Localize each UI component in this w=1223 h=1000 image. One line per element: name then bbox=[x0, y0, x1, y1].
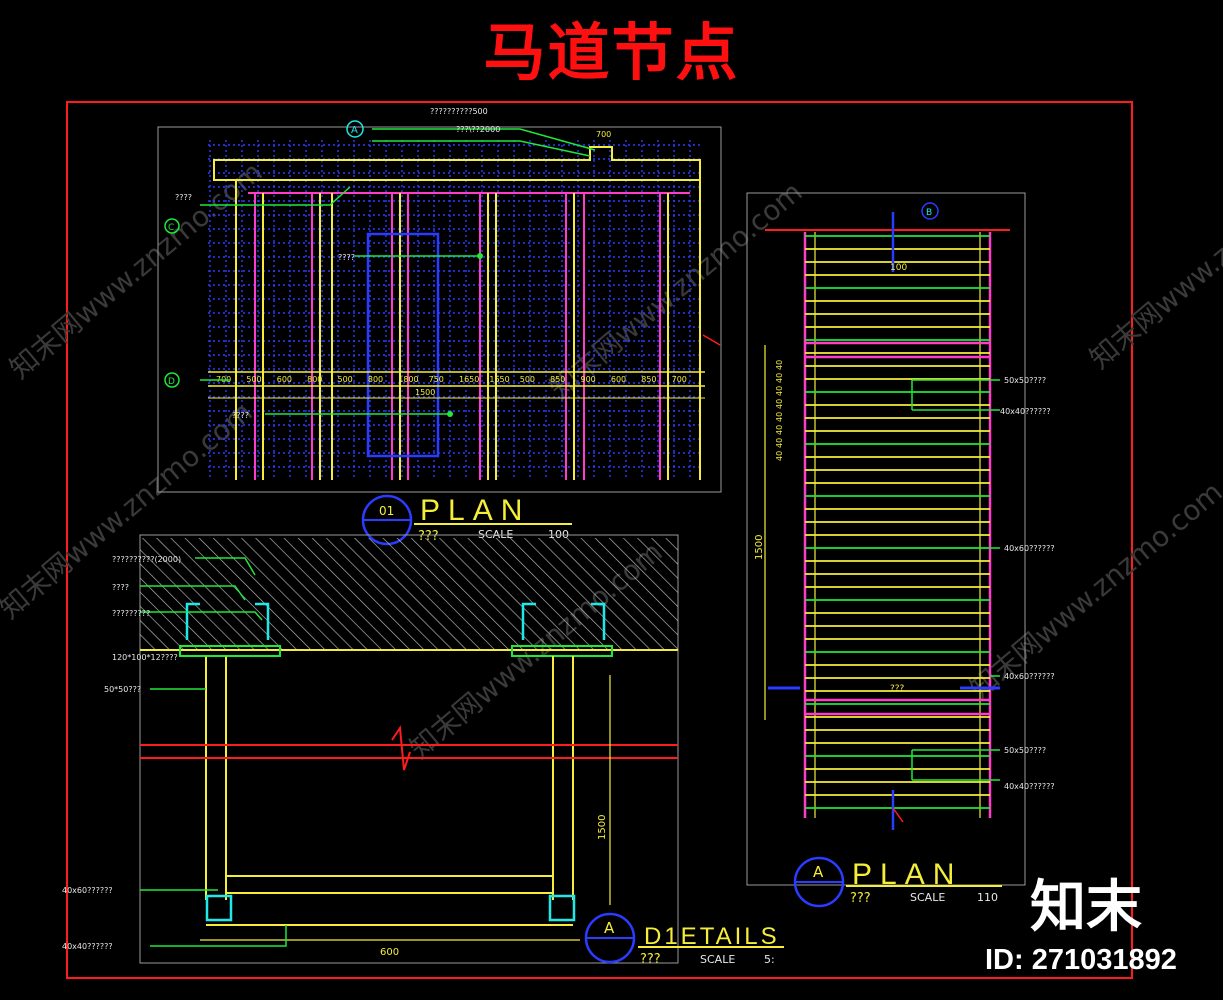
plan-top-dim-label: 1650 bbox=[459, 375, 479, 384]
watermark-text: 知末网www.znzmo.com bbox=[3, 155, 268, 385]
svg-text:B: B bbox=[926, 208, 932, 218]
plan-right-subtitle: ??? bbox=[850, 891, 871, 906]
plan-right-callout: 40x40?????? bbox=[1000, 407, 1051, 416]
detail-callout: ??????????(2000) bbox=[112, 555, 181, 564]
plan-top-callout: ???\??2000 bbox=[456, 125, 500, 134]
plan-right-title: A PLAN ??? SCALE 110 bbox=[793, 856, 1002, 908]
plan-top-dim-label: 500 bbox=[338, 375, 353, 384]
plan-right-callout: 50x50???? bbox=[1004, 746, 1046, 755]
detail-title: A D1ETAILS ??? SCALE 5: bbox=[584, 912, 784, 967]
plan-right-spacing-mark: 40 bbox=[775, 399, 784, 409]
svg-text:A: A bbox=[351, 125, 358, 136]
plan-top-callout: ???? bbox=[175, 193, 192, 202]
plan-right-scale-value: 110 bbox=[977, 891, 998, 904]
detail-height-dim: 1500 bbox=[597, 815, 608, 840]
svg-text:D: D bbox=[168, 377, 175, 387]
plan-top-dim-label: 900 bbox=[581, 375, 596, 384]
plan-top-title-word: PLAN bbox=[420, 494, 530, 527]
plan-top-callout: ???? bbox=[338, 253, 355, 262]
plan-top-title: 01 PLAN ??? SCALE 100 bbox=[361, 494, 572, 546]
plan-right-spacing-mark: 40 bbox=[775, 373, 784, 383]
cad-drawing: 知末网www.znzmo.com 知末网www.znzmo.com 知末网www… bbox=[0, 101, 1223, 979]
watermark-brand: 知末 bbox=[1030, 875, 1142, 940]
plan-top-dim-label: 850 bbox=[641, 375, 656, 384]
concrete-slab bbox=[140, 538, 678, 650]
plan-right-callout: 50x50???? bbox=[1004, 376, 1046, 385]
plan-right-spacing-mark: 40 bbox=[775, 412, 784, 422]
detail-callout: ????????? bbox=[112, 609, 150, 618]
plan-right-view: B 100 ??? 1500 40 40 40 40 40 40 40 40 50x50???… bbox=[746, 192, 1055, 886]
plan-right-spacing-mark: 40 bbox=[775, 360, 784, 370]
svg-text:C: C bbox=[168, 223, 174, 233]
detail-title-word: D1ETAILS bbox=[644, 923, 780, 950]
axis-bubble-icon: B bbox=[921, 202, 939, 220]
plan-right-bubble-label: A bbox=[813, 863, 824, 881]
detail-callout: 40x60?????? bbox=[62, 886, 113, 895]
detail-callout: 120*100*12???? bbox=[112, 653, 178, 662]
watermark-text: 知末网www.znzmo.com bbox=[963, 475, 1223, 705]
plan-right-top-dim: 100 bbox=[890, 263, 907, 273]
plan-right-spacing-mark: 40 bbox=[775, 425, 784, 435]
plan-right-side-dim: 1500 bbox=[754, 535, 765, 560]
plan-top-dim-label: 1650 bbox=[489, 375, 509, 384]
watermark-id: ID: 271031892 bbox=[985, 944, 1177, 976]
plan-right-spacing-mark: 40 bbox=[775, 438, 784, 448]
plan-top-callout: ??????????500 bbox=[430, 107, 488, 116]
plan-top-dim-label: 600 bbox=[611, 375, 626, 384]
detail-callout: 50*50??? bbox=[104, 685, 141, 694]
plan-top-dim-label: 500 bbox=[520, 375, 535, 384]
plan-top-dim-label: 800 bbox=[368, 375, 383, 384]
plan-right-spacing-mark: 40 bbox=[775, 386, 784, 396]
plan-top-dim-label: 700 bbox=[672, 375, 687, 384]
detail-scale-label: SCALE bbox=[700, 953, 735, 966]
detail-bubble-label: A bbox=[604, 919, 615, 937]
detail-view: 600 1500 ??????????(2000) ???? ?????????… bbox=[62, 534, 679, 964]
plan-top-dim-label: 850 bbox=[550, 375, 565, 384]
watermark-text: 知末网www.znzmo.com bbox=[1083, 145, 1223, 375]
plan-right-callout: 40x60?????? bbox=[1004, 672, 1055, 681]
plan-right-callout: 40x40?????? bbox=[1004, 782, 1055, 791]
plan-top-dim-label: 500 bbox=[246, 375, 261, 384]
plan-top-bubble-label: 01 bbox=[379, 504, 394, 518]
detail-width-dim: 600 bbox=[380, 947, 399, 958]
plan-top-dim-label: 600 bbox=[277, 375, 292, 384]
plan-top-dim: 700 bbox=[596, 130, 611, 139]
detail-subtitle: ??? bbox=[640, 952, 661, 967]
detail-callout: 40x40?????? bbox=[62, 942, 113, 951]
plan-top-dim-label: 800 bbox=[307, 375, 322, 384]
plan-top-dim-label: 750 bbox=[429, 375, 444, 384]
drawing-title: 马道节点 bbox=[483, 16, 740, 89]
axis-bubble-icon: A bbox=[346, 120, 364, 138]
detail-scale-value: 5: bbox=[764, 953, 775, 966]
plan-top-callout: ???? bbox=[232, 411, 249, 420]
plan-top-total-dim: 1500 bbox=[415, 388, 435, 397]
plan-top-dim-label: 1800 bbox=[398, 375, 418, 384]
plan-right-mid-label: ??? bbox=[890, 684, 905, 694]
detail-callout: ???? bbox=[112, 583, 129, 592]
plan-right-scale-label: SCALE bbox=[910, 891, 945, 904]
axis-bubble-icon: D bbox=[164, 372, 180, 388]
plan-right-spacing-mark: 40 bbox=[775, 451, 784, 461]
plan-right-callout: 40x60?????? bbox=[1004, 544, 1055, 553]
